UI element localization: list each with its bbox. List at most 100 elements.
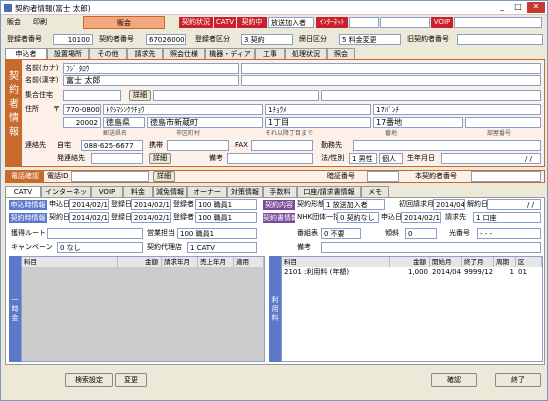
contract-no-field[interactable]: 67026000 — [146, 34, 186, 45]
group-house-room-field[interactable] — [321, 90, 541, 101]
close-button[interactable]: ✕ — [527, 2, 545, 13]
cancel-day-field[interactable]: / / — [487, 199, 541, 210]
usage-header-cycle[interactable]: 周期 — [494, 257, 516, 267]
lump-header-bill-month[interactable]: 請求年月 — [162, 257, 198, 267]
usage-header-end[interactable]: 終了月 — [462, 257, 494, 267]
pref-code-field[interactable]: 20002 — [63, 117, 101, 128]
reg-type-field[interactable]: 3 契約 — [241, 34, 293, 45]
registrant-field[interactable]: 100 職員1 — [195, 199, 257, 210]
tab-internet[interactable]: インターネット — [41, 186, 91, 206]
pin-field[interactable] — [367, 171, 399, 182]
change-button[interactable]: 変更 — [115, 373, 147, 387]
zip-field[interactable]: 770-0800 — [63, 104, 101, 115]
phone-check-tab[interactable]: 電話確認 — [6, 171, 44, 182]
sex-field[interactable]: 1 男性 — [349, 153, 377, 164]
tab-catv[interactable]: CATV — [5, 186, 41, 197]
home-phone-field[interactable]: 088-625-6677 — [81, 140, 143, 151]
tab-owner[interactable]: オーナー — [187, 186, 227, 197]
group-detail-button[interactable]: 詳細 — [129, 90, 151, 101]
minimize-button[interactable]: _ — [495, 2, 509, 13]
address-kana-2[interactable]: 1ﾁｮｳﾒ — [265, 104, 371, 115]
contract-day-field[interactable]: 2014/02/14 — [69, 212, 109, 223]
lump-header-apply[interactable]: 適用 — [234, 257, 264, 267]
usage-header-kind[interactable]: 区 — [516, 257, 542, 267]
campaign-field[interactable]: 0 なし — [57, 242, 143, 253]
remarks-field[interactable] — [321, 242, 541, 253]
mobile-field[interactable] — [167, 140, 229, 151]
banchi-field[interactable]: 17番地 — [373, 117, 463, 128]
agent-field[interactable]: 1 CATV — [187, 242, 257, 253]
apply-day-field[interactable]: 2014/02/14 — [69, 199, 109, 210]
tab-inquiry-spec[interactable]: 照会仕様 — [163, 48, 205, 59]
room-field[interactable] — [465, 117, 541, 128]
fax-field[interactable] — [251, 140, 313, 151]
menu-print[interactable]: 印刷 — [33, 17, 47, 28]
corp-field[interactable]: 個人 — [379, 153, 403, 164]
tab-construction[interactable]: 工事 — [255, 48, 285, 59]
usage-fee-grid[interactable]: 料目 金額 開始月 終了月 周期 区 2101 :利用料 (年額) 1,000 … — [281, 256, 543, 362]
name-extra-field[interactable] — [241, 75, 541, 86]
workplace-field[interactable] — [353, 140, 541, 151]
city-field[interactable]: 徳島市新蔵町 — [147, 117, 263, 128]
kana-extra-field[interactable] — [241, 63, 541, 74]
seq-field[interactable]: 10100 — [53, 34, 93, 45]
search-settings-button[interactable]: 検索設定 — [65, 373, 113, 387]
tab-measures[interactable]: 対策情報 — [227, 186, 263, 197]
usage-header-start[interactable]: 開始月 — [430, 257, 462, 267]
contact-detail-button[interactable]: 詳細 — [149, 153, 171, 164]
chome-field[interactable]: 1丁目 — [265, 117, 371, 128]
lump-sum-grid[interactable]: 料目 金額 請求年月 売上年月 適用 — [21, 256, 265, 362]
tab-equipment[interactable]: 機器・ディア — [205, 48, 255, 59]
tab-account-invoice[interactable]: 口座/請求書情報 — [297, 186, 361, 197]
tab-voip[interactable]: VOIP — [91, 186, 123, 197]
kana-field[interactable]: ﾌｼﾞ ﾀﾛｳ — [63, 63, 239, 74]
old-contract-field[interactable] — [457, 34, 543, 45]
tab-applicant[interactable]: 申込者 — [5, 48, 47, 59]
usage-header-item[interactable]: 料目 — [282, 257, 390, 267]
route-field[interactable] — [47, 228, 143, 239]
tab-inquiry[interactable]: 照会 — [327, 48, 355, 59]
close-day-field[interactable]: 5 料金変更 — [339, 34, 401, 45]
main-contract-field[interactable] — [471, 171, 541, 182]
bill-to-field[interactable]: 1 口座 — [473, 212, 541, 223]
optical-no-field[interactable]: - - - — [477, 228, 541, 239]
tab-process-status[interactable]: 処理状況 — [285, 48, 327, 59]
delivery-contact-field[interactable] — [91, 153, 143, 164]
phone-id-field[interactable] — [71, 171, 149, 182]
usage-header-amount[interactable]: 金額 — [390, 257, 430, 267]
confirm-button[interactable]: 確認 — [431, 373, 477, 387]
table-row[interactable]: 2101 :利用料 (年額) 1,000 2014/04 9999/12 1 0… — [282, 267, 542, 277]
lump-header-sales-month[interactable]: 売上年月 — [198, 257, 234, 267]
tab-reduction[interactable]: 減免情報 — [153, 186, 187, 197]
nhk-field[interactable]: 0 契約なし — [337, 212, 379, 223]
apply-day-right-field[interactable]: 2014/02/14 — [401, 212, 441, 223]
birthday-field[interactable]: / / — [441, 153, 541, 164]
phone-detail-button[interactable]: 詳細 — [153, 171, 175, 182]
tab-fee[interactable]: 料金 — [123, 186, 153, 197]
lump-header-amount[interactable]: 金額 — [118, 257, 162, 267]
program-guide-field[interactable]: 0 不要 — [321, 228, 361, 239]
lump-header-item[interactable]: 料目 — [22, 257, 118, 267]
registrant2-field[interactable]: 100 職員1 — [195, 212, 257, 223]
pref-field[interactable]: 徳島県 — [103, 117, 145, 128]
name-field[interactable]: 富士 太郎 — [63, 75, 239, 86]
group-house-name-field[interactable] — [153, 90, 319, 101]
reg-day2-field[interactable]: 2014/02/14 — [131, 212, 171, 223]
contract-form-field[interactable]: 1 放送加入者 — [323, 199, 385, 210]
sales-field[interactable]: 100 職員1 — [177, 228, 257, 239]
slope-field[interactable]: 0 — [405, 228, 437, 239]
tab-other[interactable]: その他 — [89, 48, 127, 59]
first-bill-field[interactable]: 2014/04 — [433, 199, 465, 210]
tab-commission[interactable]: 手数料 — [263, 186, 297, 197]
close-window-button[interactable]: 終了 — [495, 373, 541, 387]
group-house-field[interactable] — [63, 90, 121, 101]
reg-day-field[interactable]: 2014/02/14 — [131, 199, 171, 210]
tab-memo[interactable]: メモ — [361, 186, 389, 197]
tab-billing[interactable]: 請求先 — [127, 48, 163, 59]
note-field[interactable] — [227, 153, 313, 164]
address-kana-3[interactable]: 17ﾊﾞﾝﾁ — [373, 104, 541, 115]
menu-sales[interactable]: 販会 — [7, 17, 21, 28]
maximize-button[interactable]: □ — [511, 2, 525, 13]
address-kana-1[interactable]: ﾄｸｼﾏｼﾝｸﾗﾁｮｳ — [103, 104, 263, 115]
tab-install-place[interactable]: 設置場所 — [47, 48, 89, 59]
